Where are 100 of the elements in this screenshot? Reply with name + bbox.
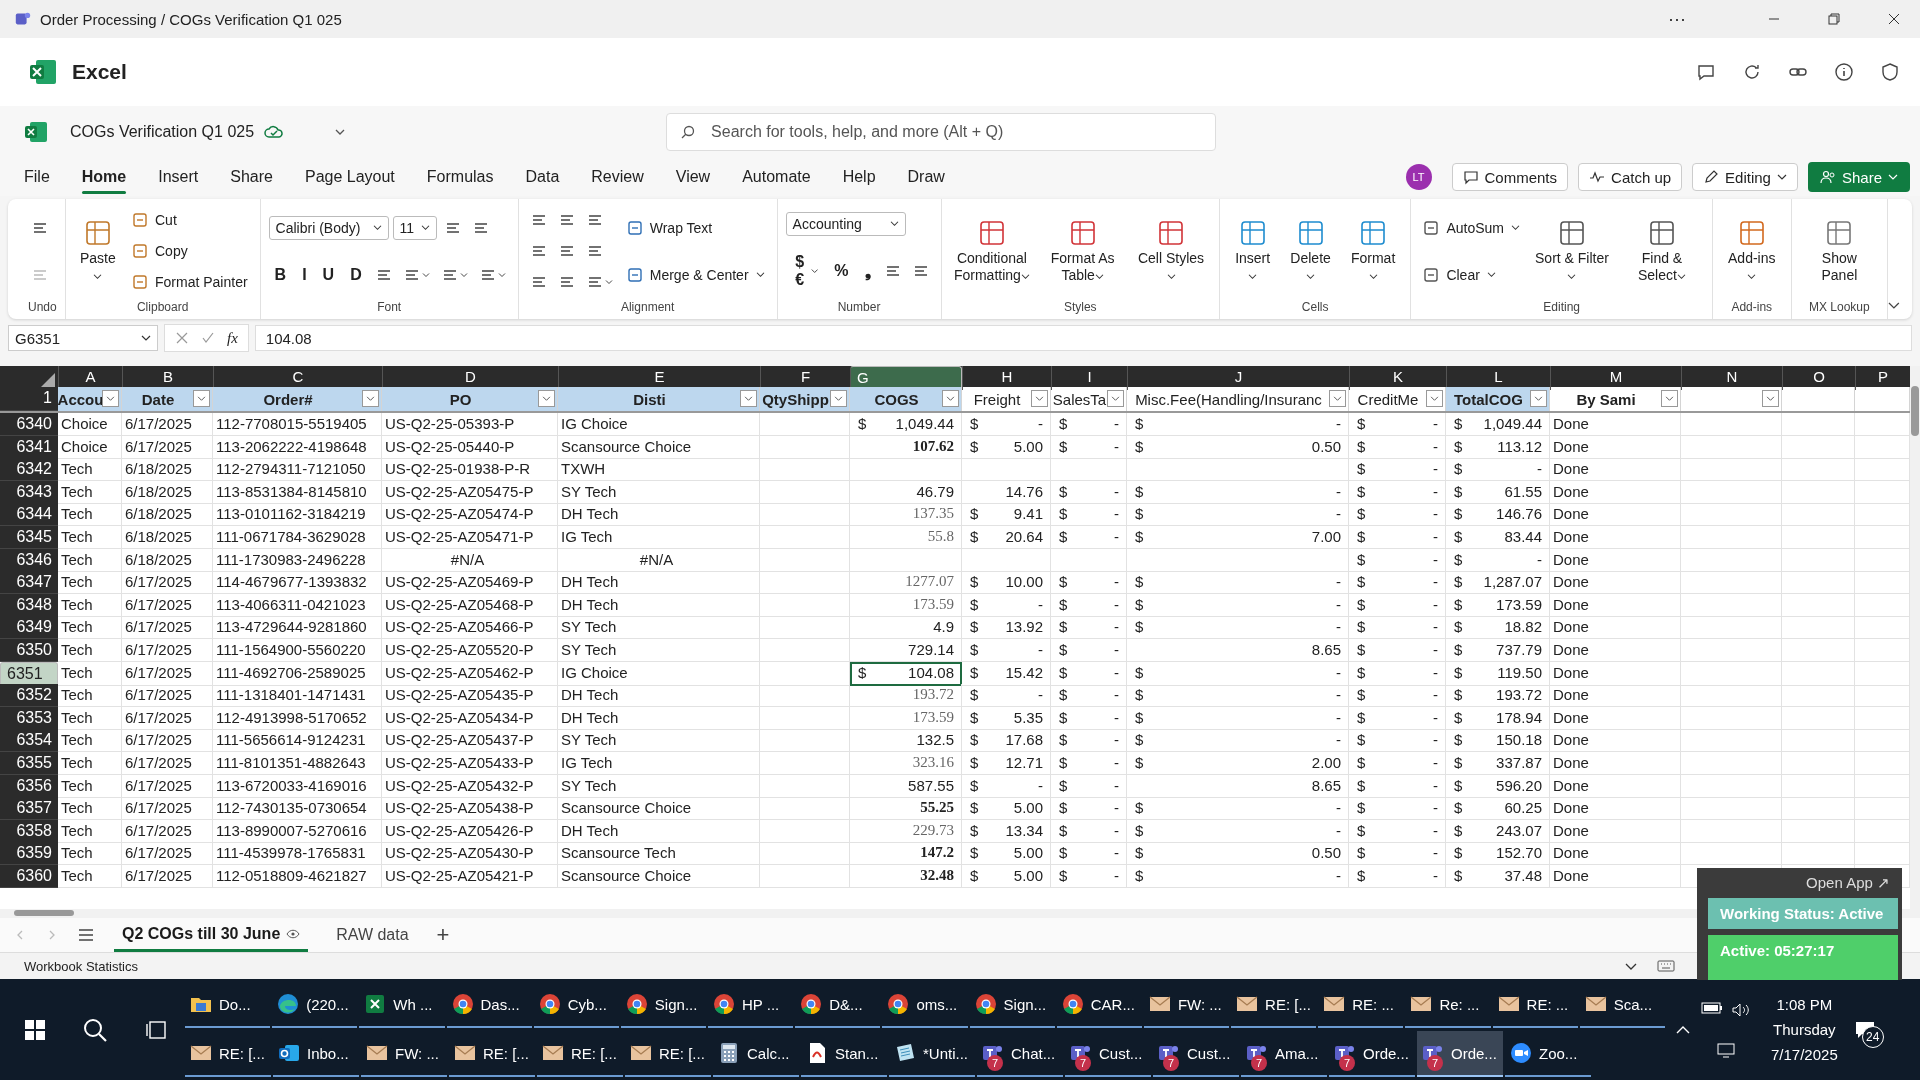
ribbon-button[interactable]: Clear [1419,263,1500,286]
row-header[interactable]: 6341 [0,435,58,459]
ribbon-button[interactable]: Format As Table [1040,214,1126,288]
ribbon-button[interactable]: Delete [1283,214,1338,288]
taskbar-button[interactable]: Zoo... [1505,1031,1591,1077]
clock-day[interactable]: Thursday [1773,1021,1836,1038]
formula-field[interactable]: 104.08 [254,325,1912,351]
ribbon-button[interactable]: Add-ins [1720,214,1783,288]
taskbar-button[interactable]: HP ... [708,982,794,1028]
dropdown-field[interactable]: Calibri (Body) [268,215,389,240]
row-header[interactable]: 6348 [0,593,58,617]
dropdown-field[interactable]: 11 [392,215,437,240]
taskbar-button[interactable]: RE: [... [625,1031,711,1077]
ribbon-button[interactable]: Find & Select [1619,214,1704,288]
ribbon-button[interactable]: Format [1343,214,1403,288]
row-header[interactable]: 6342 [0,458,58,482]
row-header[interactable]: 6343 [0,480,58,504]
dropdown-field[interactable]: Accounting [785,211,906,236]
taskbar-button[interactable]: Sign... [969,982,1055,1028]
more-button[interactable]: ··· [1668,8,1686,30]
taskbar-button[interactable]: 7 Cust... [1065,1031,1151,1077]
editing-mode-button[interactable]: Editing [1692,163,1798,191]
function-label[interactable]: fx [227,329,238,347]
catch-up-button[interactable]: Catch up [1578,163,1683,191]
row-header[interactable]: 6345 [0,525,58,549]
row-header[interactable]: 6354 [0,729,58,753]
taskbar-button[interactable]: Re: ... [1405,982,1491,1028]
row-header[interactable]: 6357 [0,797,58,821]
column-header[interactable]: G [850,366,962,390]
column-header[interactable]: O [1782,366,1855,390]
ribbon-button[interactable]: Show Panel [1799,214,1880,288]
taskbar-button[interactable]: FW: ... [361,1031,447,1077]
style-toggle-button[interactable]: U [316,263,341,286]
ribbon-button[interactable]: Format Painter [128,271,252,294]
taskbar-button[interactable]: RE: ... [1318,982,1404,1028]
menu-tab[interactable]: Help [832,160,886,194]
row-header[interactable]: 6344 [0,503,58,527]
taskbar-button[interactable]: CAR... [1056,982,1142,1028]
style-toggle-button[interactable]: B [268,263,293,286]
taskbar-button[interactable]: Inbo... [273,1031,359,1077]
taskbar-button[interactable]: Das... [446,982,532,1028]
menu-tab[interactable]: File [14,160,60,194]
ribbon-button[interactable]: Sort & Filter [1529,214,1614,288]
style-toggle-button[interactable]: ❟ [858,259,877,282]
ribbon-button[interactable]: Insert [1228,214,1278,288]
taskbar-button[interactable]: Cyb... [533,982,619,1028]
menu-tab[interactable]: Formulas [416,160,504,194]
menu-tab[interactable]: Data [515,160,570,194]
ribbon-button[interactable]: Conditional Formatting [949,214,1035,288]
taskbar-button[interactable]: RE: [... [1231,982,1317,1028]
row-header[interactable]: 1 [0,387,58,411]
clock-date[interactable]: 7/17/2025 [1771,1046,1838,1063]
taskbar-button[interactable]: *Unti... [889,1031,975,1077]
row-header[interactable]: 6358 [0,819,58,843]
style-toggle-button[interactable]: D [344,263,368,286]
taskbar-button[interactable]: oms... [882,982,968,1028]
name-box[interactable]: G6351 [8,325,158,351]
style-toggle-button[interactable]: % [828,259,855,282]
taskbar-button[interactable]: Stan... [801,1031,887,1077]
search-field[interactable]: Search for tools, help, and more (Alt + Q) [666,113,1217,151]
sheet-tab[interactable]: RAW data [328,918,417,952]
menu-tab[interactable]: Share [220,160,283,194]
taskbar-button[interactable]: Sign... [620,982,707,1028]
row-header[interactable]: 6346 [0,548,58,572]
taskbar-button[interactable]: Do... [185,982,271,1028]
row-header[interactable]: 6353 [0,706,58,730]
status-text[interactable]: Workbook Statistics [24,958,138,974]
menu-tab[interactable]: Home [71,160,137,194]
row-header[interactable]: 6355 [0,751,58,775]
taskbar-button[interactable]: Sca... [1579,982,1665,1028]
taskbar-button[interactable]: (220... [272,982,358,1028]
document-name[interactable]: COGs Verification Q1 025 [70,123,255,141]
row-header[interactable]: 6347 [0,571,58,595]
taskbar-button[interactable]: Wh ... [359,982,445,1028]
open-app-link[interactable]: Open App ↗ [1806,874,1898,892]
taskbar-button[interactable]: 7 Ama... [1241,1031,1327,1077]
taskbar-button[interactable]: RE: ... [1492,982,1578,1028]
taskbar-button[interactable]: FW: ... [1143,982,1230,1028]
taskbar-button[interactable]: Calc... [713,1031,799,1077]
row-header[interactable]: 6356 [0,774,58,798]
taskbar-button[interactable]: RE: [... [537,1031,623,1077]
comments-button[interactable]: Comments [1451,163,1569,191]
ribbon-button[interactable]: Paste [73,214,122,288]
taskbar-button[interactable]: 7 Cust... [1153,1031,1239,1077]
taskbar-button[interactable]: 7 Orde... [1329,1031,1415,1077]
menu-tab[interactable]: View [665,160,721,194]
ribbon-button[interactable]: Copy [128,240,192,262]
ribbon-button[interactable]: Wrap Text [622,216,717,239]
share-button[interactable]: Share [1807,162,1910,192]
taskbar-button[interactable]: 7 Chat... [977,1031,1063,1077]
ribbon-button[interactable]: AutoSum [1419,216,1524,239]
menu-tab[interactable]: Insert [148,160,209,194]
row-header[interactable]: 6351 [0,661,58,686]
row-header[interactable]: 6360 [0,864,58,888]
row-header[interactable]: 6349 [0,616,58,640]
ribbon-button[interactable]: Merge & Center [622,263,769,286]
add-sheet-button[interactable]: + [436,922,450,948]
row-header[interactable]: 6340 [0,413,58,436]
row-header[interactable]: 6350 [0,638,58,662]
menu-tab[interactable]: Review [581,160,654,194]
